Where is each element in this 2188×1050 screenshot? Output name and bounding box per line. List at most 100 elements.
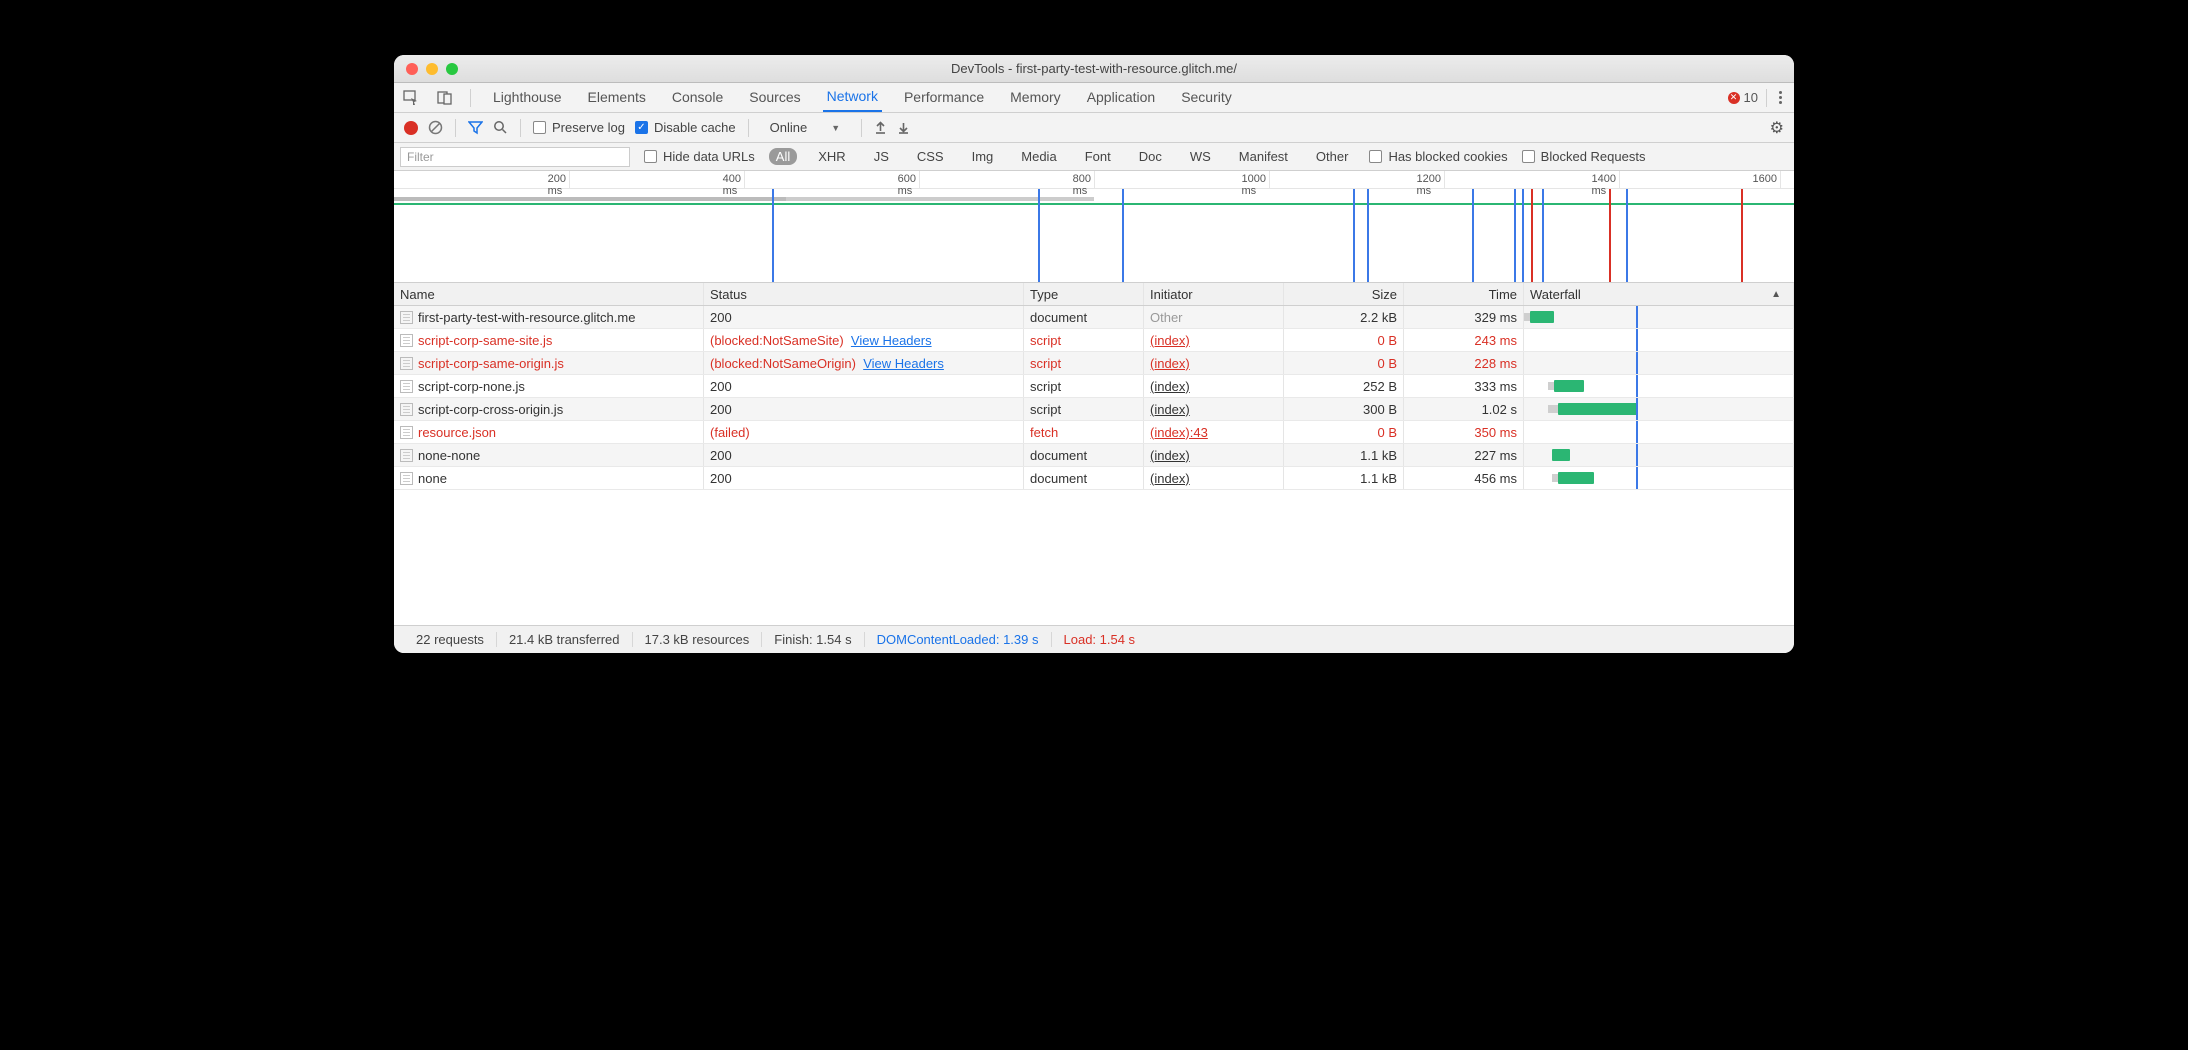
blocked-requests-checkbox[interactable]: Blocked Requests xyxy=(1522,149,1646,164)
disable-cache-checkbox[interactable]: ✓ Disable cache xyxy=(635,120,736,135)
cell-name: none-none xyxy=(394,444,704,466)
type-filter-css[interactable]: CSS xyxy=(910,148,951,165)
col-time[interactable]: Time xyxy=(1404,283,1524,305)
dcl-marker xyxy=(1609,189,1611,282)
cell-time: 456 ms xyxy=(1404,467,1524,489)
cell-status: 200 xyxy=(704,467,1024,489)
preserve-log-checkbox[interactable]: Preserve log xyxy=(533,120,625,135)
col-status[interactable]: Status xyxy=(704,283,1024,305)
type-filter-ws[interactable]: WS xyxy=(1183,148,1218,165)
type-filter-all[interactable]: All xyxy=(769,148,797,165)
minimize-window-button[interactable] xyxy=(426,63,438,75)
cell-name: script-corp-same-origin.js xyxy=(394,352,704,374)
cell-size: 1.1 kB xyxy=(1284,444,1404,466)
record-button[interactable] xyxy=(404,121,418,135)
error-icon: ✕ xyxy=(1728,92,1740,104)
separator xyxy=(748,119,749,137)
tick-label: 1600 xyxy=(1753,173,1777,185)
initiator-link[interactable]: (index) xyxy=(1150,379,1190,394)
cell-waterfall xyxy=(1524,352,1794,374)
console-error-count[interactable]: ✕ 10 xyxy=(1728,90,1758,105)
table-row[interactable]: resource.json (failed) fetch (index):43 … xyxy=(394,421,1794,444)
has-blocked-cookies-checkbox[interactable]: Has blocked cookies xyxy=(1369,149,1507,164)
inspect-element-icon[interactable] xyxy=(402,90,418,106)
table-row[interactable]: first-party-test-with-resource.glitch.me… xyxy=(394,306,1794,329)
col-initiator[interactable]: Initiator xyxy=(1144,283,1284,305)
type-filter-other[interactable]: Other xyxy=(1309,148,1356,165)
initiator-link[interactable]: (index) xyxy=(1150,333,1190,348)
table-row[interactable]: none-none 200 document (index) 1.1 kB 22… xyxy=(394,444,1794,467)
type-filter-js[interactable]: JS xyxy=(867,148,896,165)
filter-toggle-icon[interactable] xyxy=(468,120,483,135)
preserve-log-label: Preserve log xyxy=(552,120,625,135)
cell-waterfall xyxy=(1524,467,1794,489)
table-row[interactable]: none 200 document (index) 1.1 kB 456 ms xyxy=(394,467,1794,490)
tick-label: 1000 ms xyxy=(1242,173,1266,197)
upload-har-icon[interactable] xyxy=(874,121,887,134)
type-filter-manifest[interactable]: Manifest xyxy=(1232,148,1295,165)
timeline-marker xyxy=(1122,189,1124,282)
table-row[interactable]: script-corp-same-origin.js (blocked:NotS… xyxy=(394,352,1794,375)
title-bar: DevTools - first-party-test-with-resourc… xyxy=(394,55,1794,83)
initiator-link[interactable]: (index):43 xyxy=(1150,425,1208,440)
zoom-window-button[interactable] xyxy=(446,63,458,75)
waterfall-marker xyxy=(1636,421,1638,443)
cell-waterfall xyxy=(1524,329,1794,351)
view-headers-link[interactable]: View Headers xyxy=(863,356,944,371)
file-icon xyxy=(400,472,413,485)
tab-security[interactable]: Security xyxy=(1177,84,1236,111)
col-name[interactable]: Name xyxy=(394,283,704,305)
tab-memory[interactable]: Memory xyxy=(1006,84,1065,111)
close-window-button[interactable] xyxy=(406,63,418,75)
checkbox-icon xyxy=(533,121,546,134)
tab-performance[interactable]: Performance xyxy=(900,84,988,111)
throttling-select[interactable]: Online ▼ xyxy=(761,117,850,138)
chevron-down-icon: ▼ xyxy=(831,123,840,133)
initiator-link[interactable]: (index) xyxy=(1150,448,1190,463)
hide-data-urls-checkbox[interactable]: Hide data URLs xyxy=(644,149,755,164)
tab-elements[interactable]: Elements xyxy=(584,84,650,111)
col-type[interactable]: Type xyxy=(1024,283,1144,305)
initiator-link[interactable]: (index) xyxy=(1150,402,1190,417)
network-toolbar: Preserve log ✓ Disable cache Online ▼ ⚙ xyxy=(394,113,1794,143)
cell-name: none xyxy=(394,467,704,489)
cell-status: (failed) xyxy=(704,421,1024,443)
tab-sources[interactable]: Sources xyxy=(745,84,804,111)
tick-label: 1400 ms xyxy=(1592,173,1616,197)
type-filter-font[interactable]: Font xyxy=(1078,148,1118,165)
table-row[interactable]: script-corp-same-site.js (blocked:NotSam… xyxy=(394,329,1794,352)
tab-lighthouse[interactable]: Lighthouse xyxy=(489,84,566,111)
cell-size: 0 B xyxy=(1284,352,1404,374)
timeline-marker xyxy=(1542,189,1544,282)
file-icon xyxy=(400,426,413,439)
col-size[interactable]: Size xyxy=(1284,283,1404,305)
initiator-link[interactable]: (index) xyxy=(1150,356,1190,371)
filter-input[interactable]: Filter xyxy=(400,147,630,167)
search-icon[interactable] xyxy=(493,120,508,135)
col-waterfall[interactable]: Waterfall ▲ xyxy=(1524,283,1794,305)
download-har-icon[interactable] xyxy=(897,121,910,134)
type-filter-img[interactable]: Img xyxy=(965,148,1001,165)
timeline-marker xyxy=(1514,189,1516,282)
type-filter-media[interactable]: Media xyxy=(1014,148,1063,165)
cell-status: 200 xyxy=(704,375,1024,397)
more-options-icon[interactable] xyxy=(1775,91,1786,104)
timeline-overview[interactable]: 200 ms 400 ms 600 ms 800 ms 1000 ms 1200… xyxy=(394,171,1794,283)
tab-application[interactable]: Application xyxy=(1083,84,1160,111)
tab-console[interactable]: Console xyxy=(668,84,727,111)
table-row[interactable]: script-corp-cross-origin.js 200 script (… xyxy=(394,398,1794,421)
clear-button[interactable] xyxy=(428,120,443,135)
type-filter-xhr[interactable]: XHR xyxy=(811,148,852,165)
table-row[interactable]: script-corp-none.js 200 script (index) 2… xyxy=(394,375,1794,398)
tick-label: 800 ms xyxy=(1073,173,1091,197)
view-headers-link[interactable]: View Headers xyxy=(851,333,932,348)
checkbox-checked-icon: ✓ xyxy=(635,121,648,134)
tab-network[interactable]: Network xyxy=(823,83,882,112)
type-filter-doc[interactable]: Doc xyxy=(1132,148,1169,165)
cell-type: document xyxy=(1024,306,1144,328)
initiator-link[interactable]: (index) xyxy=(1150,471,1190,486)
status-transferred: 21.4 kB transferred xyxy=(497,632,633,647)
waterfall-bar xyxy=(1558,403,1638,415)
device-toolbar-icon[interactable] xyxy=(436,90,452,106)
settings-icon[interactable]: ⚙ xyxy=(1770,120,1784,137)
